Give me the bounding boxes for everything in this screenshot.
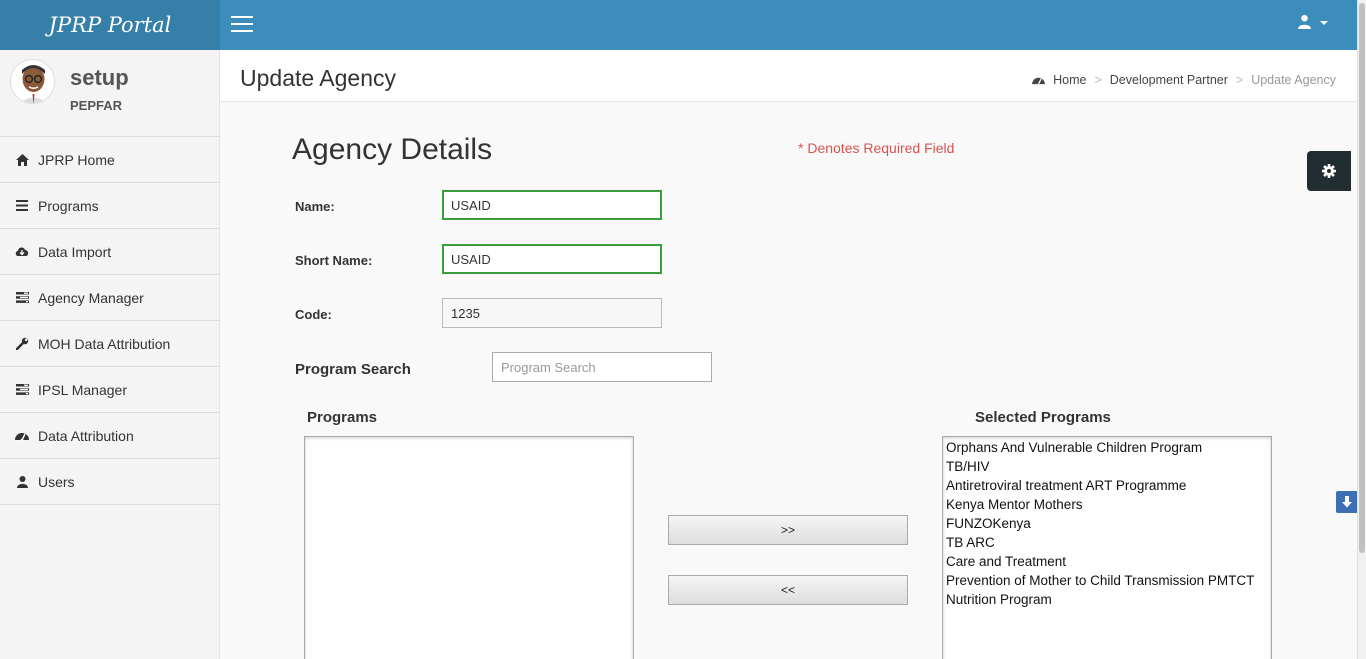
sidebar-item-moh-data-attribution[interactable]: MOH Data Attribution <box>0 321 219 367</box>
content-header: Update Agency Home > Development Partner… <box>220 50 1357 102</box>
breadcrumb-current: Update Agency <box>1251 73 1336 87</box>
sidebar-toggle-icon[interactable] <box>231 16 253 34</box>
gear-icon <box>1322 164 1336 178</box>
sidebar-item-jprp-home[interactable]: JPRP Home <box>0 137 219 183</box>
user-icon <box>15 475 29 489</box>
tasks-icon <box>15 383 29 397</box>
sidebar-item-label: IPSL Manager <box>38 381 127 398</box>
add-program-button[interactable]: >> <box>668 515 908 545</box>
required-field-note: * Denotes Required Field <box>798 140 955 156</box>
selected-programs-listbox[interactable]: Orphans And Vulnerable Children Program T… <box>942 436 1272 659</box>
avatar <box>10 59 55 104</box>
chevron-down-icon <box>1320 20 1328 25</box>
cloud-download-icon <box>15 245 29 259</box>
sidebar-menu: JPRP Home Programs Data Import Agency Ma… <box>0 137 219 505</box>
brand-logo[interactable]: JPRP Portal <box>0 0 220 50</box>
scrollbar-thumb[interactable] <box>1359 3 1365 553</box>
list-item[interactable]: Nutrition Program <box>943 590 1271 609</box>
user-name: setup <box>70 65 129 90</box>
breadcrumb-separator: > <box>1235 73 1244 87</box>
sidebar-item-label: Data Attribution <box>38 427 134 444</box>
code-label: Code: <box>295 307 332 322</box>
remove-program-button[interactable]: << <box>668 575 908 605</box>
sidebar-item-label: Programs <box>38 197 99 214</box>
scroll-down-button[interactable] <box>1336 491 1358 513</box>
form-title: Agency Details <box>292 133 493 166</box>
list-item[interactable]: FUNZOKenya <box>943 514 1271 533</box>
settings-toggle[interactable] <box>1307 151 1351 191</box>
list-item[interactable]: Kenya Mentor Mothers <box>943 495 1271 514</box>
dashboard-icon <box>15 429 29 443</box>
dashboard-icon <box>1032 77 1045 85</box>
sidebar-item-ipsl-manager[interactable]: IPSL Manager <box>0 367 219 413</box>
list-item[interactable]: Antiretroviral treatment ART Programme <box>943 476 1271 495</box>
sidebar-item-label: Agency Manager <box>38 289 144 306</box>
arrow-down-icon <box>1342 496 1352 508</box>
programs-label: Programs <box>307 409 378 426</box>
user-panel: setup PEPFAR <box>0 50 219 137</box>
sidebar-item-label: Data Import <box>38 243 112 260</box>
sidebar: setup PEPFAR JPRP Home Programs Data Imp… <box>0 50 220 659</box>
wrench-icon <box>15 337 29 351</box>
top-navbar: JPRP Portal <box>0 0 1366 50</box>
sidebar-item-data-import[interactable]: Data Import <box>0 229 219 275</box>
name-field[interactable] <box>442 190 662 220</box>
sidebar-item-agency-manager[interactable]: Agency Manager <box>0 275 219 321</box>
available-programs-listbox[interactable] <box>304 436 634 659</box>
sidebar-item-data-attribution[interactable]: Data Attribution <box>0 413 219 459</box>
program-search-input[interactable] <box>492 352 712 382</box>
user-org: PEPFAR <box>70 98 123 113</box>
list-item[interactable]: TB/HIV <box>943 457 1271 476</box>
list-item[interactable]: Orphans And Vulnerable Children Program <box>943 438 1271 457</box>
user-menu-dropdown[interactable] <box>1297 14 1328 29</box>
sidebar-item-users[interactable]: Users <box>0 459 219 505</box>
tasks-icon <box>15 291 29 305</box>
code-field[interactable] <box>442 298 662 328</box>
sidebar-item-label: Users <box>38 473 75 490</box>
sidebar-item-label: MOH Data Attribution <box>38 335 171 352</box>
name-label: Name: <box>295 199 335 214</box>
breadcrumb: Home > Development Partner > Update Agen… <box>1032 73 1336 87</box>
user-icon <box>1297 14 1312 29</box>
sidebar-item-programs[interactable]: Programs <box>0 183 219 229</box>
page-scrollbar[interactable] <box>1357 0 1366 659</box>
short-name-field[interactable] <box>442 244 662 274</box>
sidebar-item-label: JPRP Home <box>38 151 115 168</box>
list-icon <box>15 199 29 213</box>
breadcrumb-home-link[interactable]: Home <box>1053 73 1086 87</box>
page-title: Update Agency <box>240 65 397 91</box>
list-item[interactable]: TB ARC <box>943 533 1271 552</box>
home-icon <box>15 153 29 167</box>
short-name-label: Short Name: <box>295 253 373 268</box>
program-search-label: Program Search <box>295 361 411 378</box>
selected-programs-label: Selected Programs <box>975 409 1111 426</box>
breadcrumb-development-partner-link[interactable]: Development Partner <box>1110 73 1228 87</box>
list-item[interactable]: Care and Treatment <box>943 552 1271 571</box>
list-item[interactable]: Prevention of Mother to Child Transmissi… <box>943 571 1271 590</box>
breadcrumb-separator: > <box>1094 73 1102 87</box>
